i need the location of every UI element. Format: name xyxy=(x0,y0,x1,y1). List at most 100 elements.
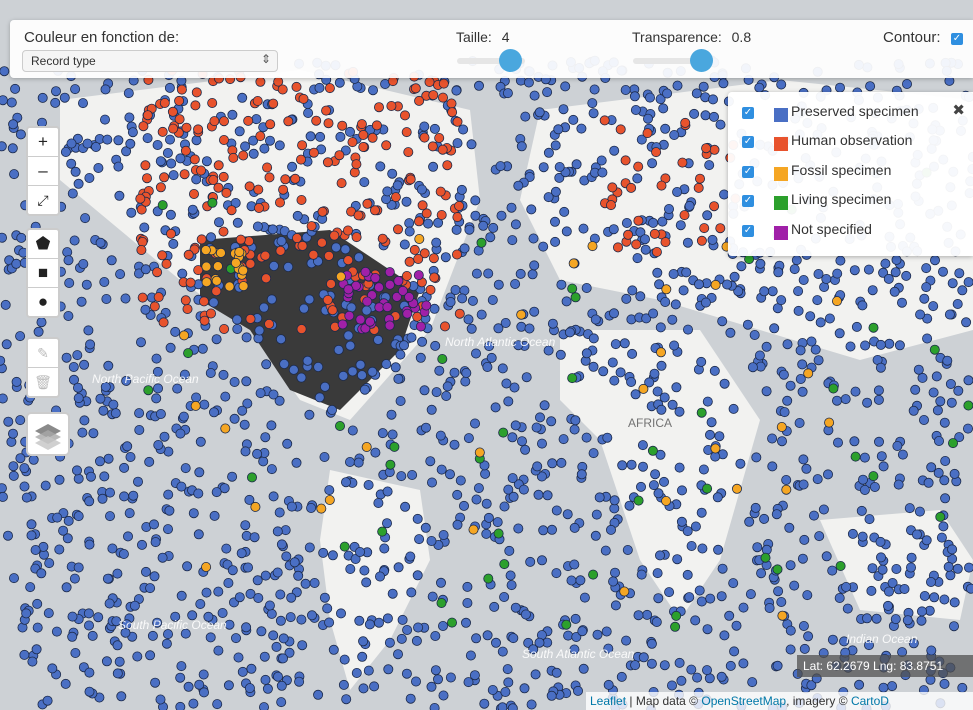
occurrence-point xyxy=(558,434,569,445)
legend-checkbox[interactable]: ✓ xyxy=(742,136,754,148)
occurrence-point xyxy=(401,270,412,281)
carto-link[interactable]: CartoD xyxy=(851,694,889,708)
occurrence-point xyxy=(772,660,783,671)
delete-layers-button[interactable]: 🗑 xyxy=(28,368,58,396)
occurrence-point xyxy=(672,186,683,197)
occurrence-point xyxy=(777,610,788,621)
zoom-out-button[interactable]: – xyxy=(28,157,58,186)
occurrence-point xyxy=(529,90,540,101)
occurrence-point xyxy=(221,543,232,554)
occurrence-point xyxy=(858,474,869,485)
occurrence-point xyxy=(201,156,212,167)
legend-checkbox[interactable]: ✓ xyxy=(742,195,754,207)
legend-swatch xyxy=(774,196,788,210)
occurrence-point xyxy=(446,617,457,628)
occurrence-point xyxy=(334,150,345,161)
occurrence-point xyxy=(451,85,462,96)
occurrence-point xyxy=(84,172,95,183)
close-icon[interactable]: ✖ xyxy=(952,101,965,119)
occurrence-point xyxy=(700,297,711,308)
occurrence-point xyxy=(277,653,288,664)
occurrence-point xyxy=(507,473,518,484)
osm-link[interactable]: OpenStreetMap xyxy=(701,694,786,708)
occurrence-point xyxy=(621,217,632,228)
draw-circle-button[interactable]: ● xyxy=(28,288,58,316)
legend-checkbox[interactable]: ✓ xyxy=(742,107,754,119)
occurrence-point xyxy=(417,200,428,211)
occurrence-point xyxy=(638,383,649,394)
occurrence-point xyxy=(447,107,458,118)
occurrence-point xyxy=(383,664,394,675)
occurrence-point xyxy=(322,294,333,305)
occurrence-point xyxy=(652,568,663,579)
occurrence-point xyxy=(205,632,216,643)
occurrence-point xyxy=(520,609,531,620)
zoom-in-button[interactable]: + xyxy=(28,128,58,157)
color-by-value: Record type xyxy=(31,54,96,68)
occurrence-point xyxy=(467,295,478,306)
occurrence-point xyxy=(866,585,877,596)
occurrence-point xyxy=(385,459,396,470)
occurrence-point xyxy=(513,180,524,191)
occurrence-point xyxy=(714,431,725,442)
occurrence-point xyxy=(285,612,296,623)
occurrence-point xyxy=(187,204,198,215)
occurrence-point xyxy=(373,334,384,345)
occurrence-point xyxy=(481,498,492,509)
occurrence-point xyxy=(619,586,630,597)
occurrence-point xyxy=(358,683,369,694)
size-slider-handle[interactable] xyxy=(499,49,522,72)
occurrence-point xyxy=(168,123,179,134)
occurrence-point xyxy=(155,694,166,705)
legend-checkbox[interactable]: ✓ xyxy=(742,166,754,178)
legend-checkbox[interactable]: ✓ xyxy=(742,225,754,237)
occurrence-point xyxy=(240,141,251,152)
occurrence-point xyxy=(535,412,546,423)
opacity-slider[interactable] xyxy=(633,49,713,72)
occurrence-point xyxy=(112,568,123,579)
occurrence-point xyxy=(228,152,239,163)
occurrence-point xyxy=(95,393,106,404)
occurrence-point xyxy=(609,308,620,319)
occurrence-point xyxy=(528,233,539,244)
occurrence-point xyxy=(215,247,226,258)
occurrence-point xyxy=(123,88,134,99)
occurrence-point xyxy=(849,265,860,276)
occurrence-point xyxy=(15,415,26,426)
occurrence-point xyxy=(30,545,41,556)
occurrence-point xyxy=(695,173,706,184)
occurrence-point xyxy=(99,471,110,482)
occurrence-point xyxy=(660,237,671,248)
occurrence-point xyxy=(427,141,438,152)
occurrence-point xyxy=(390,192,401,203)
occurrence-point xyxy=(507,235,518,246)
occurrence-point xyxy=(607,357,618,368)
draw-polygon-button[interactable]: ⬟ xyxy=(28,230,58,259)
occurrence-point xyxy=(690,615,701,626)
size-slider[interactable] xyxy=(457,49,525,72)
occurrence-point xyxy=(954,268,965,279)
draw-rectangle-button[interactable]: ■ xyxy=(28,259,58,288)
opacity-slider-handle[interactable] xyxy=(690,49,713,72)
occurrence-point xyxy=(61,352,72,363)
occurrence-point xyxy=(405,551,416,562)
occurrence-point xyxy=(136,244,147,255)
occurrence-point xyxy=(912,529,923,540)
occurrence-point xyxy=(940,455,951,466)
occurrence-point xyxy=(205,308,216,319)
occurrence-point xyxy=(367,132,378,143)
layers-control-button[interactable] xyxy=(26,412,70,456)
occurrence-point xyxy=(349,167,360,178)
contour-checkbox[interactable]: ✓ xyxy=(951,33,963,45)
fullscreen-button[interactable]: ⤢ xyxy=(28,186,58,214)
occurrence-point xyxy=(140,160,151,171)
occurrence-point xyxy=(705,429,716,440)
occurrence-point xyxy=(579,592,590,603)
occurrence-point xyxy=(124,112,135,123)
color-by-select[interactable]: Record type ⇕ xyxy=(22,50,278,72)
occurrence-point xyxy=(354,547,365,558)
leaflet-link[interactable]: Leaflet xyxy=(590,694,626,708)
edit-layers-button[interactable]: ✎ xyxy=(28,339,58,368)
occurrence-point xyxy=(932,405,943,416)
occurrence-point xyxy=(125,138,136,149)
